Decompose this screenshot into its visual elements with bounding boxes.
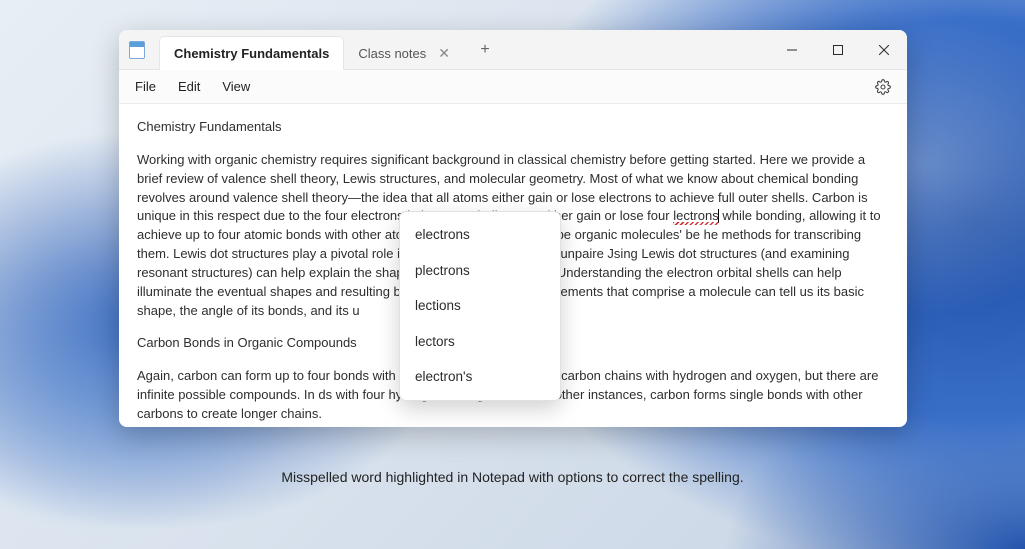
window-controls [769, 30, 907, 69]
tab-strip: Chemistry Fundamentals Class notes ✕ + [155, 30, 769, 69]
suggestion-item[interactable]: lections [405, 288, 555, 324]
document-title: Chemistry Fundamentals [137, 118, 889, 137]
suggestion-item[interactable]: lectors [405, 324, 555, 360]
app-icon [119, 30, 155, 69]
suggestion-item[interactable]: electron's [405, 359, 555, 395]
tab-class-notes[interactable]: Class notes ✕ [344, 37, 466, 69]
minimize-button[interactable] [769, 30, 815, 70]
suggestion-item[interactable]: plectrons [405, 253, 555, 289]
suggestion-item[interactable]: electrons [405, 217, 555, 253]
menu-left: File Edit View [129, 79, 250, 94]
spellcheck-suggestions-menu: electrons plectrons lections lectors ele… [399, 211, 561, 401]
figure-caption: Misspelled word highlighted in Notepad w… [0, 469, 1025, 485]
tab-label: Chemistry Fundamentals [174, 46, 329, 61]
notepad-icon [129, 41, 145, 59]
notepad-window: Chemistry Fundamentals Class notes ✕ + F… [119, 30, 907, 427]
tab-chemistry-fundamentals[interactable]: Chemistry Fundamentals [159, 36, 344, 70]
close-icon[interactable]: ✕ [436, 44, 452, 62]
maximize-button[interactable] [815, 30, 861, 70]
menu-file[interactable]: File [135, 79, 156, 94]
misspelled-word[interactable]: lectrons [673, 208, 719, 223]
titlebar: Chemistry Fundamentals Class notes ✕ + [119, 30, 907, 70]
settings-button[interactable] [869, 73, 897, 101]
editor-content[interactable]: Chemistry Fundamentals Working with orga… [119, 104, 907, 427]
tab-label: Class notes [358, 46, 426, 61]
new-tab-button[interactable]: + [470, 35, 500, 65]
close-button[interactable] [861, 30, 907, 70]
menubar: File Edit View [119, 70, 907, 104]
menu-view[interactable]: View [222, 79, 250, 94]
menu-edit[interactable]: Edit [178, 79, 200, 94]
